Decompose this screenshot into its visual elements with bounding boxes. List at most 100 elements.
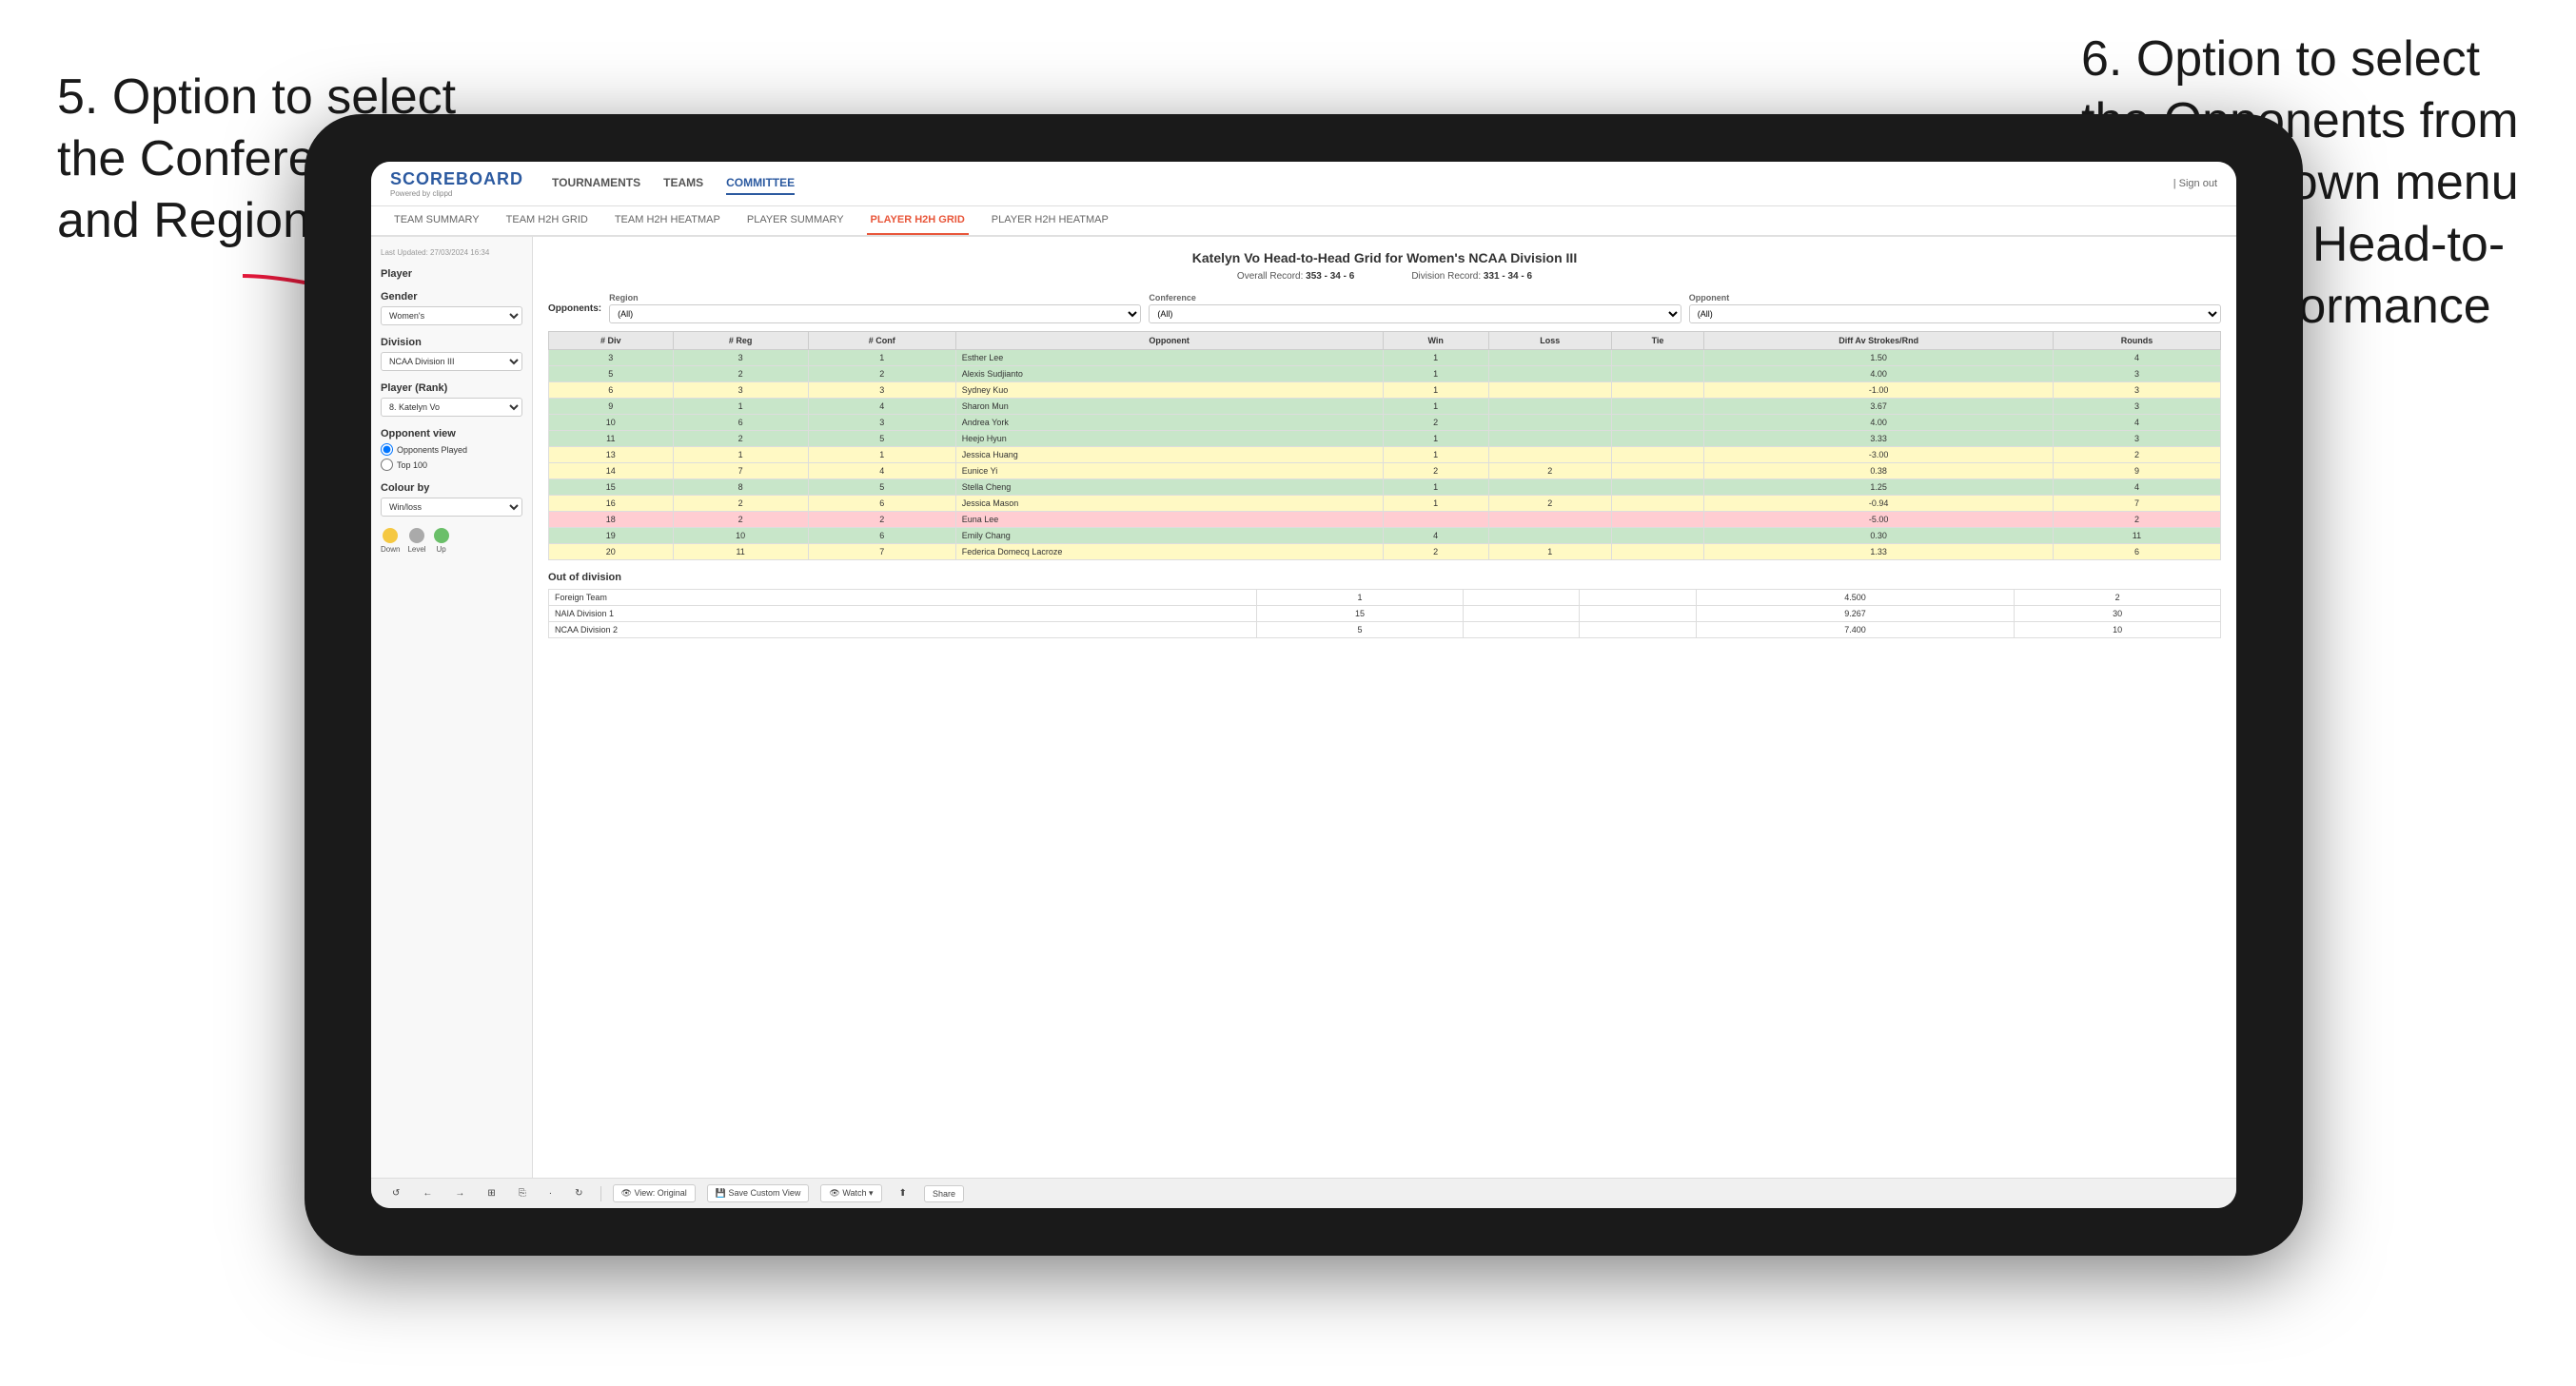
table-cell: 3.67 [1704, 399, 2054, 415]
legend-level-dot [409, 528, 424, 543]
table-cell: 3 [2053, 431, 2220, 447]
table-cell [1488, 415, 1611, 431]
legend-down-dot [383, 528, 398, 543]
undo-button[interactable]: ↺ [386, 1186, 405, 1201]
table-cell: 6 [808, 528, 955, 544]
table-row: 1311Jessica Huang1-3.002 [549, 447, 2221, 463]
table-cell: 2 [1488, 496, 1611, 512]
sidebar-colour-by-label: Colour by [381, 482, 522, 494]
table-cell: 18 [549, 512, 674, 528]
watch-button[interactable]: 👁 Watch ▾ [820, 1184, 881, 1202]
table-cell: 8 [673, 479, 808, 496]
table-cell: 2 [808, 512, 955, 528]
conference-filter-select[interactable]: (All) [1149, 304, 1681, 323]
table-cell: 1 [673, 447, 808, 463]
opponents-played-radio[interactable]: Opponents Played [381, 443, 522, 456]
th-reg: # Reg [673, 332, 808, 350]
table-cell: 0.30 [1704, 528, 2054, 544]
table-cell: Sydney Kuo [955, 382, 1383, 399]
region-filter-select[interactable]: (All) [609, 304, 1141, 323]
player-rank-select[interactable]: 8. Katelyn Vo [381, 398, 522, 417]
refresh-button[interactable]: ↻ [569, 1186, 588, 1201]
top100-radio[interactable]: Top 100 [381, 459, 522, 471]
table-cell [1488, 447, 1611, 463]
th-conf: # Conf [808, 332, 955, 350]
table-cell: -0.94 [1704, 496, 2054, 512]
nav-teams[interactable]: TEAMS [663, 172, 703, 195]
tab-player-h2h-heatmap[interactable]: PLAYER H2H HEATMAP [988, 206, 1112, 235]
table-row: 522Alexis Sudjianto14.003 [549, 366, 2221, 382]
division-select[interactable]: NCAA Division III [381, 352, 522, 371]
sign-out-link[interactable]: | Sign out [2173, 178, 2217, 189]
table-row: 1474Eunice Yi220.389 [549, 463, 2221, 479]
logo-area: SCOREBOARD Powered by clippd [390, 169, 523, 198]
opponent-filter-select[interactable]: (All) [1689, 304, 2221, 323]
colour-by-select[interactable]: Win/loss [381, 498, 522, 517]
tab-team-h2h-grid[interactable]: TEAM H2H GRID [502, 206, 592, 235]
table-cell [1580, 606, 1696, 622]
main-content: Last Updated: 27/03/2024 16:34 Player Ge… [371, 237, 2236, 1178]
table-cell: 2 [2015, 590, 2221, 606]
table-cell [1611, 512, 1704, 528]
table-cell [1611, 415, 1704, 431]
table-cell [1488, 382, 1611, 399]
gender-select[interactable]: Women's [381, 306, 522, 325]
table-cell: Esther Lee [955, 350, 1383, 366]
legend-up-label: Up [436, 545, 445, 554]
nav-committee[interactable]: COMMITTEE [726, 172, 795, 195]
sidebar: Last Updated: 27/03/2024 16:34 Player Ge… [371, 237, 533, 1178]
view-original-button[interactable]: 👁 View: Original [613, 1184, 696, 1202]
table-cell: -1.00 [1704, 382, 2054, 399]
forward-button[interactable]: → [449, 1186, 470, 1201]
table-row: 1626Jessica Mason12-0.947 [549, 496, 2221, 512]
data-area: Katelyn Vo Head-to-Head Grid for Women's… [533, 237, 2236, 1178]
share-button[interactable]: Share [924, 1185, 964, 1202]
table-cell: 30 [2015, 606, 2221, 622]
table-cell: 5 [808, 431, 955, 447]
main-table: # Div # Reg # Conf Opponent Win Loss Tie… [548, 331, 2221, 560]
table-cell: 0.38 [1704, 463, 2054, 479]
table-cell [1611, 528, 1704, 544]
save-custom-view-button[interactable]: 💾 Save Custom View [707, 1184, 810, 1202]
nav-tournaments[interactable]: TOURNAMENTS [552, 172, 640, 195]
table-cell: 1 [1488, 544, 1611, 560]
table-cell: 3 [808, 415, 955, 431]
sub-nav: TEAM SUMMARY TEAM H2H GRID TEAM H2H HEAT… [371, 206, 2236, 237]
th-loss: Loss [1488, 332, 1611, 350]
tab-player-summary[interactable]: PLAYER SUMMARY [743, 206, 848, 235]
table-cell: 20 [549, 544, 674, 560]
table-cell: -3.00 [1704, 447, 2054, 463]
tab-team-summary[interactable]: TEAM SUMMARY [390, 206, 483, 235]
table-cell: 4 [1383, 528, 1488, 544]
table-cell: 1 [1383, 431, 1488, 447]
copy-button[interactable]: ⎘ [513, 1186, 532, 1201]
table-cell: 2 [1383, 463, 1488, 479]
th-diff: Diff Av Strokes/Rnd [1704, 332, 2054, 350]
division-record: Division Record: 331 - 34 - 6 [1411, 271, 1532, 282]
table-cell: 2 [2053, 447, 2220, 463]
table-cell: 4 [2053, 350, 2220, 366]
tab-team-h2h-heatmap[interactable]: TEAM H2H HEATMAP [611, 206, 724, 235]
table-cell: Eunice Yi [955, 463, 1383, 479]
th-rounds: Rounds [2053, 332, 2220, 350]
back-button[interactable]: ← [417, 1186, 438, 1201]
table-row: 914Sharon Mun13.673 [549, 399, 2221, 415]
table-cell: 10 [673, 528, 808, 544]
table-cell [1463, 590, 1579, 606]
conference-filter-col: Conference (All) [1149, 293, 1681, 323]
table-cell: 4 [2053, 479, 2220, 496]
grid-button[interactable]: ⊞ [482, 1186, 501, 1201]
logo-text: SCOREBOARD [390, 169, 523, 189]
table-cell [1611, 382, 1704, 399]
table-row: 331Esther Lee11.504 [549, 350, 2221, 366]
table-cell: 1 [808, 447, 955, 463]
table-cell: 1 [1383, 366, 1488, 382]
export-button[interactable]: ⬆ [894, 1186, 913, 1201]
table-cell: 4.500 [1696, 590, 2015, 606]
table-cell [1611, 496, 1704, 512]
table-cell: 3.33 [1704, 431, 2054, 447]
table-cell [1488, 512, 1611, 528]
table-cell: Stella Cheng [955, 479, 1383, 496]
tab-player-h2h-grid[interactable]: PLAYER H2H GRID [867, 206, 969, 235]
table-cell: Alexis Sudjianto [955, 366, 1383, 382]
